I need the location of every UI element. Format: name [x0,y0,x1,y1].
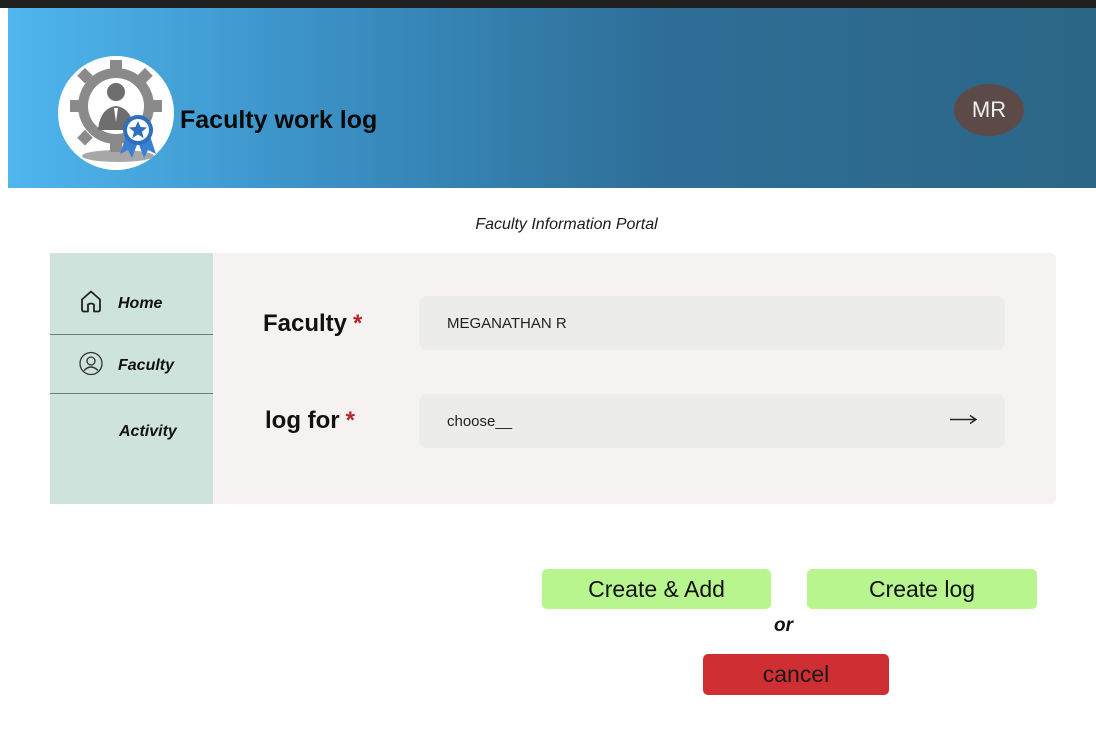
or-separator: or [774,615,793,636]
sidebar-item-home[interactable]: Home [50,286,213,322]
log-for-select-value: choose__ [447,412,513,430]
sidebar-divider [50,393,213,394]
faculty-field-value: MEGANATHAN R [447,314,567,332]
sidebar-item-activity[interactable]: Activity [50,415,213,449]
log-for-select[interactable]: choose__ [419,394,1005,448]
app-title: Faculty work log [180,106,378,134]
sidebar-item-label: Faculty [118,357,175,374]
log-form-panel [213,253,1056,504]
sidebar: Home Faculty Activity [50,253,213,504]
arrow-right-icon [949,413,979,430]
create-log-button[interactable]: Create log [807,569,1037,609]
user-circle-icon [78,351,104,382]
app-logo [58,56,174,170]
user-avatar[interactable]: MR [954,84,1024,136]
log-for-label: log for * [265,407,355,435]
cancel-button[interactable]: cancel [703,654,889,695]
faculty-badge-logo-icon [59,56,173,170]
faculty-label-text: Faculty [263,310,348,337]
faculty-field[interactable]: MEGANATHAN R [419,296,1005,350]
home-icon [78,289,104,320]
log-for-label-text: log for [265,407,340,434]
sidebar-item-faculty[interactable]: Faculty [50,348,213,384]
create-add-button[interactable]: Create & Add [542,569,771,609]
sidebar-item-label: Home [118,295,163,312]
app-header: Faculty work log MR [8,8,1096,188]
required-marker: * [345,407,355,434]
sidebar-item-label: Activity [119,423,177,440]
window-top-border [0,0,1096,8]
required-marker: * [353,310,363,337]
sidebar-divider [50,334,213,335]
faculty-label: Faculty * [263,310,362,338]
page-subtitle: Faculty Information Portal [475,216,658,233]
